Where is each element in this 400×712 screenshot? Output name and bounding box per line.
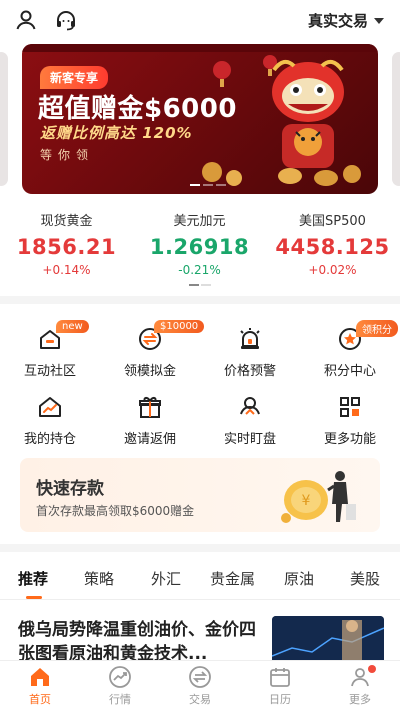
tab-us-stocks[interactable]: 美股: [350, 568, 380, 589]
headset-icon[interactable]: [54, 8, 78, 32]
tab-strategy[interactable]: 策略: [84, 568, 114, 589]
user-icon[interactable]: [14, 8, 38, 32]
nav-label: 更多: [349, 693, 371, 706]
carousel-prev-peek: [0, 52, 8, 186]
feature-points-center[interactable]: 领积分 积分中心: [300, 320, 400, 386]
nav-label: 交易: [189, 693, 211, 706]
news-title: 俄乌局势降温重创油价、金价四张图看原油和黄金技术...: [18, 620, 256, 664]
section-divider: [0, 544, 400, 552]
quote-page-indicator: [189, 284, 211, 286]
promo-subline: 返赠比例高达 120%: [40, 124, 193, 142]
quote-price: 4458.125: [275, 235, 390, 259]
quote-price: 1856.21: [16, 235, 117, 259]
quote-usdcad[interactable]: 美元加元 1.26918 -0.21%: [133, 202, 266, 277]
gift-icon: [139, 397, 161, 418]
quote-name: 美国SP500: [299, 214, 366, 229]
quote-sp500[interactable]: 美国SP500 4458.125 +0.02%: [266, 202, 399, 277]
feature-price-alert[interactable]: 价格预警: [200, 326, 300, 386]
quote-change: -0.21%: [178, 263, 221, 277]
quote-price: 1.26918: [149, 235, 250, 259]
calendar-icon: [270, 668, 290, 687]
quote-name: 现货黄金: [40, 214, 93, 229]
feature-label: 价格预警: [223, 364, 276, 379]
nav-trade[interactable]: 交易: [160, 665, 240, 707]
tab-forex[interactable]: 外汇: [151, 568, 181, 589]
feature-label: 我的持仓: [23, 432, 76, 447]
alarm-icon: [240, 328, 260, 349]
points-badge: 领积分: [356, 320, 398, 337]
nav-label: 行情: [109, 693, 131, 706]
demo-amount-badge: $10000: [154, 320, 205, 333]
app-screen: 真实交易 新客专享 超值赠金$6000 返赠比例高达 120% 等你领 现货黄金…: [0, 0, 400, 712]
watch-person-icon: [240, 397, 260, 415]
feature-label: 邀请返佣: [123, 432, 176, 447]
lion-dance-illustration: [272, 59, 344, 186]
nav-home[interactable]: 首页: [0, 665, 80, 707]
feature-label: 更多功能: [323, 432, 376, 447]
carousel-dots: [190, 184, 226, 186]
quote-change: +0.02%: [308, 263, 357, 277]
section-divider: [0, 296, 400, 304]
feature-label: 领模拟金: [123, 364, 176, 379]
indicator-dot-active: [189, 284, 199, 286]
svg-text:¥: ¥: [302, 493, 311, 509]
carousel-dot-active: [190, 184, 200, 186]
quick-deposit-card[interactable]: 快速存款 首次存款最高领取$6000赠金 ¥: [20, 458, 380, 532]
bottom-navigation: 首页 行情 交易 日历 更多: [0, 660, 400, 712]
indicator-dot: [201, 284, 211, 286]
new-badge: new: [56, 320, 89, 333]
home-icon: [31, 668, 49, 686]
nav-label: 首页: [29, 693, 51, 706]
nav-market[interactable]: 行情: [80, 665, 160, 707]
deposit-subtitle: 首次存款最高领取$6000赠金: [36, 504, 195, 518]
promo-tag: 新客专享: [40, 66, 109, 89]
active-tab-indicator: [26, 596, 42, 599]
quote-change: +0.14%: [42, 263, 91, 277]
promo-carousel[interactable]: 新客专享 超值赠金$6000 返赠比例高达 120% 等你领: [0, 44, 400, 194]
quote-ticker: 现货黄金 1856.21 +0.14% 美元加元 1.26918 -0.21% …: [0, 202, 400, 292]
notification-dot: [368, 665, 376, 673]
coin-man-illustration: ¥: [281, 471, 356, 523]
feature-label: 互动社区: [23, 364, 76, 379]
swap-icon: [189, 666, 211, 688]
feature-live-watch[interactable]: 实时盯盘: [200, 394, 300, 454]
top-bar: 真实交易: [0, 0, 400, 40]
caret-down-icon: [374, 17, 384, 24]
tab-crude-oil[interactable]: 原油: [284, 568, 314, 589]
promo-headline: 超值赠金$6000: [38, 94, 237, 124]
holdings-chart-icon: [39, 397, 61, 417]
news-category-tabs: 推荐 策略 外汇 贵金属 原油 美股: [0, 560, 400, 600]
feature-label: 实时盯盘: [223, 432, 276, 447]
feature-label: 积分中心: [323, 364, 376, 379]
feature-invite-rebate[interactable]: 邀请返佣: [100, 394, 200, 454]
feature-more[interactable]: 更多功能: [300, 394, 400, 454]
tab-recommend[interactable]: 推荐: [18, 568, 48, 589]
promo-cta: 等你领: [40, 148, 95, 162]
trend-icon: [109, 666, 131, 688]
tab-precious-metals[interactable]: 贵金属: [210, 568, 255, 589]
nav-label: 日历: [269, 693, 291, 706]
feature-community[interactable]: new 互动社区: [0, 320, 100, 386]
carousel-next-peek: [392, 52, 400, 186]
feature-my-holdings[interactable]: 我的持仓: [0, 394, 100, 454]
grid-icon: [340, 397, 360, 417]
news-thumbnail: [272, 616, 384, 666]
deposit-title: 快速存款: [36, 479, 104, 499]
feature-demo-fund[interactable]: $10000 领模拟金: [100, 320, 205, 386]
trade-mode-selector[interactable]: 真实交易: [308, 10, 384, 31]
quote-gold[interactable]: 现货黄金 1856.21 +0.14%: [0, 202, 133, 277]
quote-name: 美元加元: [173, 214, 226, 229]
promo-banner[interactable]: 新客专享 超值赠金$6000 返赠比例高达 120% 等你领: [22, 44, 378, 194]
nav-more[interactable]: 更多: [320, 665, 400, 707]
carousel-dot: [203, 184, 213, 186]
news-item[interactable]: 俄乌局势降温重创油价、金价四张图看原油和黄金技术...: [0, 614, 400, 666]
trade-mode-label: 真实交易: [307, 12, 368, 30]
carousel-dot: [216, 184, 226, 186]
nav-calendar[interactable]: 日历: [240, 665, 320, 707]
